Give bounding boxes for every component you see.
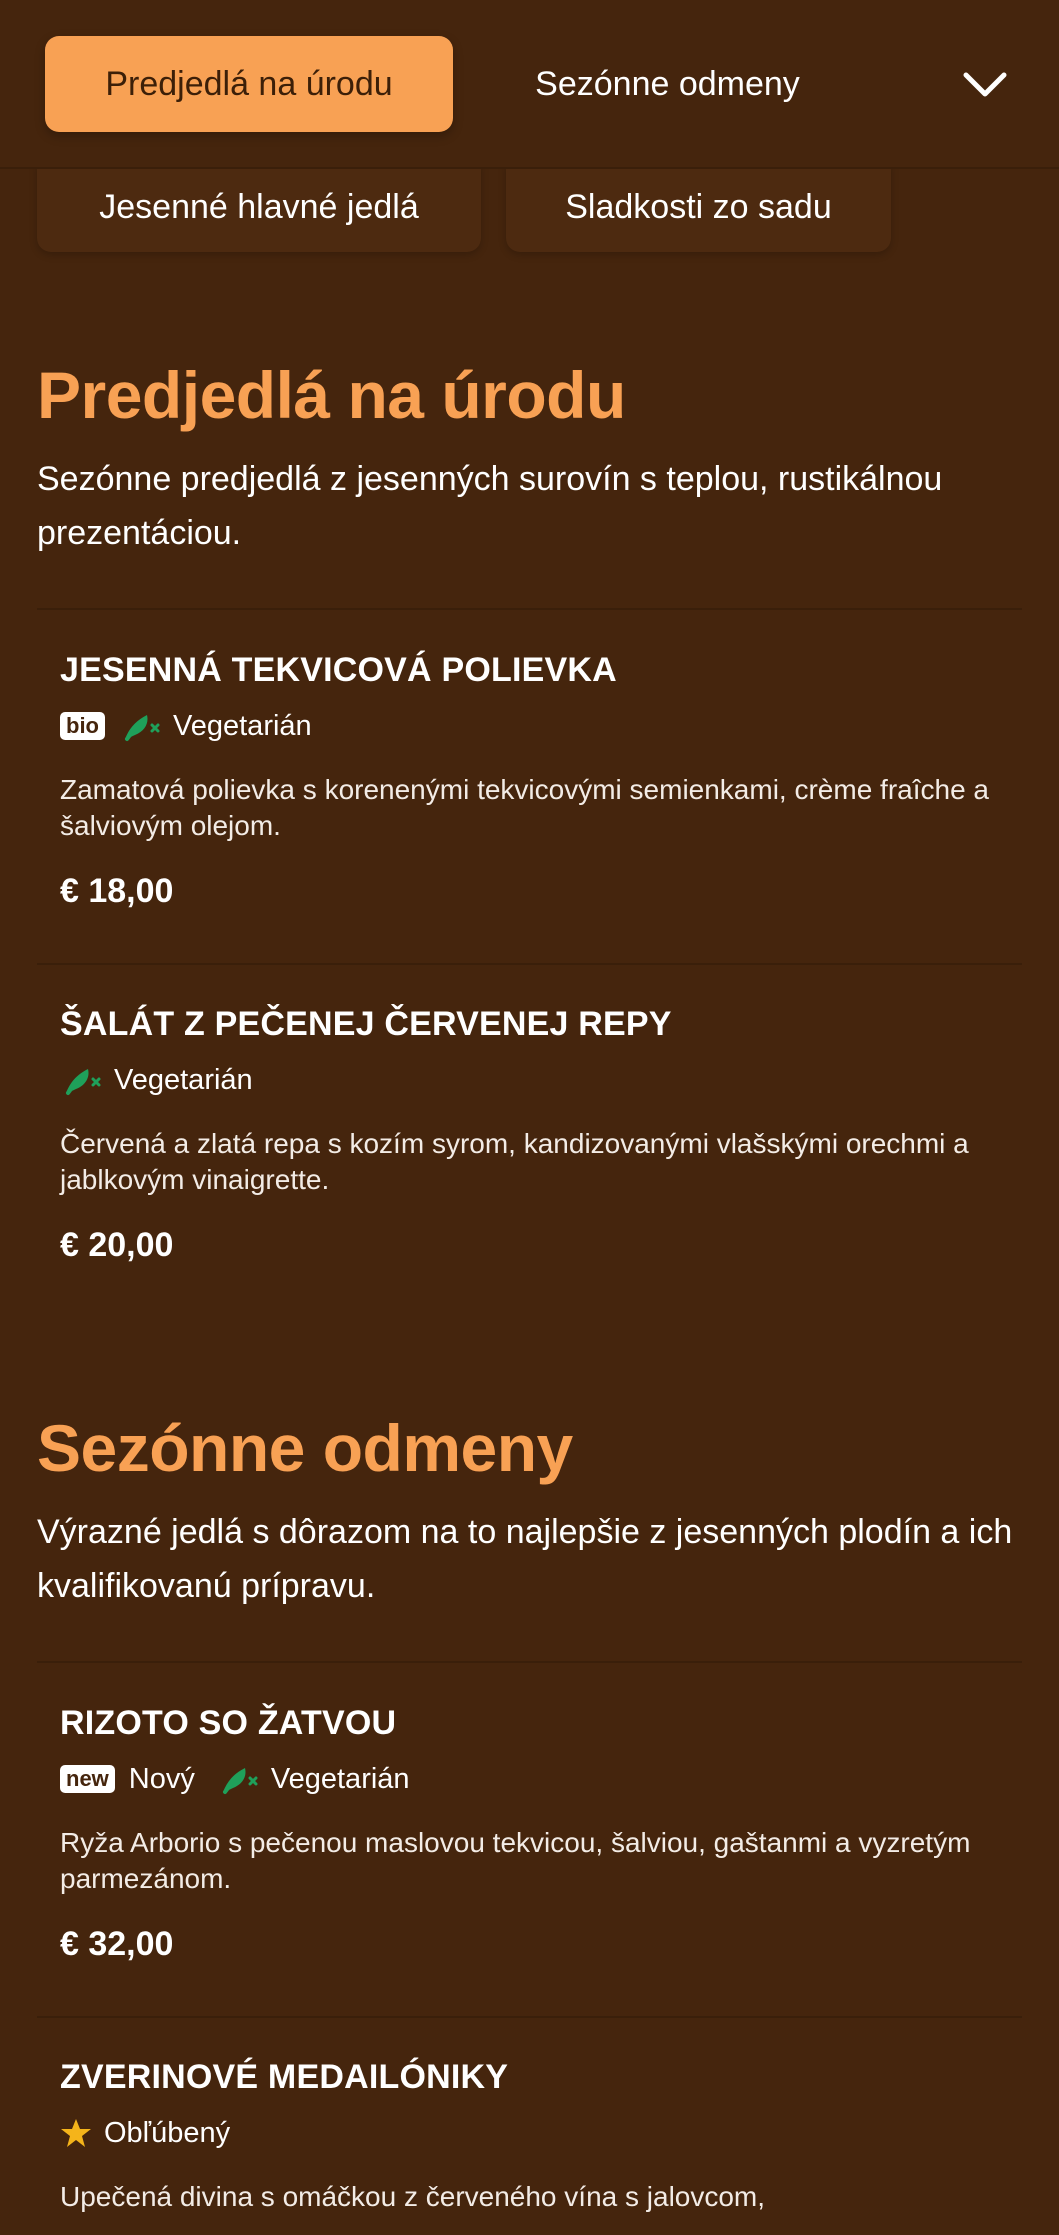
category-sladkosti-zo-sadu[interactable]: Sladkosti zo sadu	[506, 162, 891, 252]
tag-label: Obľúbený	[104, 2116, 231, 2149]
item-description: Zamatová polievka s korenenými tekvicový…	[60, 774, 990, 841]
tab-sezonne-odmeny[interactable]: Sezónne odmeny	[480, 36, 855, 132]
divider	[37, 608, 1022, 610]
category-label: Jesenné hlavné jedlá	[99, 187, 419, 226]
item-name: JESENNÁ TEKVICOVÁ POLIEVKA	[60, 651, 617, 689]
menu-item[interactable]: RIZOTO SO ŽATVOU new Nový Vegetarián Ryž…	[60, 1699, 1010, 1964]
star-icon	[61, 2119, 91, 2147]
menu-item[interactable]: ZVERINOVÉ MEDAILÓNIKY Obľúbený Upečená d…	[60, 2053, 1010, 2215]
item-tags: Vegetarián	[60, 1060, 1010, 1100]
item-tags: bio Vegetarián	[60, 706, 1010, 746]
category-tab-bar: Predjedlá na úrodu Sezónne odmeny	[0, 0, 1059, 169]
category-label: Sladkosti zo sadu	[565, 187, 832, 226]
divider	[37, 2016, 1022, 2018]
section-description: Sezónne predjedlá z jesenných surovín s …	[37, 460, 943, 552]
section-description: Výrazné jedlá s dôrazom na to najlepšie …	[37, 1513, 1013, 1605]
item-name: ŠALÁT Z PEČENEJ ČERVENEJ REPY	[60, 1005, 672, 1043]
tag-label: Vegetarián	[270, 1762, 410, 1795]
item-name: ZVERINOVÉ MEDAILÓNIKY	[60, 2058, 509, 2096]
menu-item[interactable]: ŠALÁT Z PEČENEJ ČERVENEJ REPY Vegetarián…	[60, 1000, 1010, 1265]
tag-label: Nový	[128, 1762, 195, 1795]
category-jesenne-hlavne-jedla[interactable]: Jesenné hlavné jedlá	[37, 162, 481, 252]
item-description: Upečená divina s omáčkou z červeného vín…	[60, 2181, 766, 2212]
item-description: Červená a zlatá repa s kozím syrom, kand…	[60, 1128, 969, 1195]
item-price: € 20,00	[60, 1226, 174, 1264]
category-dropdown: Jesenné hlavné jedlá Sladkosti zo sadu	[0, 162, 1059, 252]
item-price: € 18,00	[60, 872, 174, 910]
tag-label: Vegetarián	[114, 1063, 253, 1096]
divider	[37, 1661, 1022, 1663]
item-tags: new Nový Vegetarián	[60, 1759, 1010, 1799]
vegetarian-icon	[125, 715, 160, 741]
tab-predjedla-na-urodu[interactable]: Predjedlá na úrodu	[45, 36, 453, 132]
vegetarian-icon	[222, 1768, 258, 1794]
tag-label: Vegetarián	[173, 709, 312, 742]
tab-label: Sezónne odmeny	[535, 64, 800, 103]
tab-label: Predjedlá na úrodu	[105, 64, 393, 103]
divider	[37, 963, 1022, 965]
chevron-down-icon[interactable]	[955, 55, 1015, 115]
section-title: Sezónne odmeny	[37, 1411, 573, 1485]
new-badge: new	[60, 1765, 115, 1793]
section-title: Predjedlá na úrodu	[37, 358, 626, 432]
item-name: RIZOTO SO ŽATVOU	[60, 1704, 397, 1742]
menu-item[interactable]: JESENNÁ TEKVICOVÁ POLIEVKA bio Vegetariá…	[60, 646, 1010, 911]
item-tags: Obľúbený	[60, 2113, 1010, 2153]
bio-badge: bio	[60, 712, 105, 740]
vegetarian-icon	[66, 1069, 101, 1095]
item-description: Ryža Arborio s pečenou maslovou tekvicou…	[60, 1827, 971, 1894]
item-price: € 32,00	[60, 1925, 174, 1963]
